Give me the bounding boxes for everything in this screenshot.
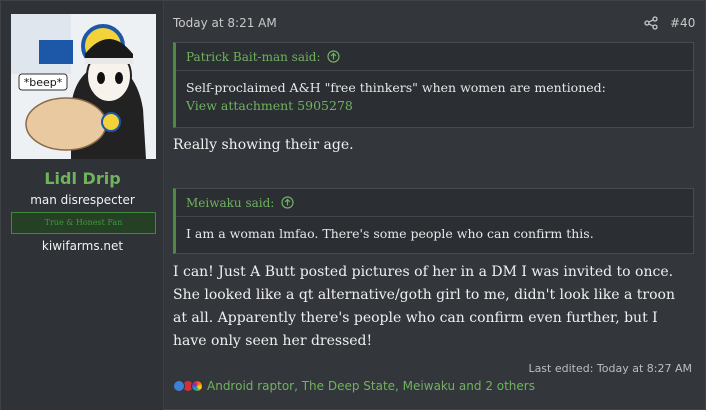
quote-author[interactable]: Patrick Bait-man said: [186,50,321,64]
quote-header[interactable]: Patrick Bait-man said: [176,43,693,71]
like-icon[interactable] [173,380,185,392]
reply-text-1: Really showing their age. [173,137,354,153]
quote-body: Self-proclaimed A&H "free thinkers" when… [176,71,693,123]
reaction-bar[interactable]: Android raptor, The Deep State, Meiwaku … [173,378,535,394]
avatar-image: *beep* [11,14,156,159]
jump-up-icon[interactable] [281,196,294,209]
quote-block: Meiwaku said: I am a woman lmfao. There'… [173,188,694,254]
post-container: *beep* Lidl Drip man disrespecter True &… [0,0,706,410]
quote-text: Self-proclaimed A&H "free thinkers" when… [186,80,606,95]
quote-header[interactable]: Meiwaku said: [176,189,693,217]
rainbow-icon[interactable] [191,380,203,392]
user-banner: True & Honest Fan [11,212,156,234]
attachment-link[interactable]: View attachment 5905278 [186,97,683,115]
last-edited: Last edited: Today at 8:27 AM [528,362,692,375]
quote-text: I am a woman lmfao. There's some people … [186,226,594,241]
username[interactable]: Lidl Drip [1,169,164,188]
user-sidebar: *beep* Lidl Drip man disrespecter True &… [1,1,164,410]
jump-up-icon[interactable] [327,50,340,63]
post-date[interactable]: Today at 8:21 AM [173,16,277,30]
quote-author[interactable]: Meiwaku said: [186,196,274,210]
user-site: kiwifarms.net [41,239,124,253]
avatar-text: *beep* [24,76,63,89]
avatar[interactable]: *beep* [11,14,156,159]
reaction-list[interactable]: Android raptor, The Deep State, Meiwaku … [207,379,535,393]
quote-block: Patrick Bait-man said: Self-proclaimed A… [173,42,694,128]
user-title: man disrespecter [30,193,135,207]
share-icon[interactable] [644,16,658,30]
reply-text-2: I can! Just A Butt posted pictures of he… [173,264,675,349]
quote-body: I am a woman lmfao. There's some people … [176,217,693,251]
post-number[interactable]: #40 [670,16,695,30]
